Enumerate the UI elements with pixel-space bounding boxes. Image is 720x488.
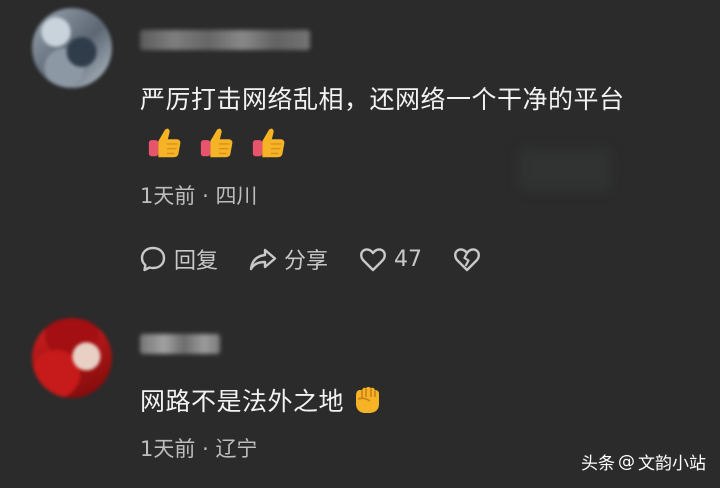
meta-separator: ·: [202, 437, 209, 461]
share-label: 分享: [284, 249, 329, 274]
thumbs-up-icon: [252, 128, 285, 158]
share-arrow-icon: [249, 248, 277, 271]
username-blurred[interactable]: [140, 30, 310, 50]
like-button[interactable]: 47: [358, 244, 422, 274]
reply-button[interactable]: 回复: [138, 243, 218, 275]
comment-location: 辽宁: [215, 437, 258, 461]
watermark-author: 文韵小站: [638, 454, 706, 474]
comment-text: 严厉打击网络乱相，还网络一个干净的平台: [140, 85, 625, 114]
share-button[interactable]: 分享: [248, 243, 328, 275]
meta-separator: ·: [202, 184, 209, 208]
avatar[interactable]: [32, 8, 112, 88]
broken-heart-icon: [454, 248, 480, 272]
comment-time: 1天前: [140, 184, 196, 208]
username-blurred[interactable]: [140, 334, 220, 354]
comment-location: 四川: [215, 184, 258, 208]
watermark-brand: 头条: [581, 454, 615, 474]
comment-actions: 回复 分享 47: [138, 243, 518, 275]
avatar[interactable]: [32, 318, 112, 398]
thumbs-up-icon: [148, 128, 181, 158]
speech-bubble-icon: [140, 246, 166, 272]
watermark: 头条 @ 文韵小站: [581, 449, 706, 475]
background-artifact: [520, 150, 610, 190]
thumbs-up-icon: [200, 128, 233, 158]
watermark-at: @: [618, 451, 635, 472]
comment-text: 网路不是法外之地: [140, 387, 345, 416]
heart-icon: [360, 248, 386, 272]
comment-meta: 1天前 · 四川: [140, 180, 257, 210]
like-count: 47: [394, 246, 423, 272]
comment-meta: 1天前 · 辽宁: [140, 433, 257, 463]
raised-fist-icon: [356, 387, 380, 413]
comment-text-row: 网路不是法外之地: [140, 382, 384, 418]
comment-time: 1天前: [140, 437, 196, 461]
dislike-button[interactable]: [452, 244, 488, 274]
emoji-row: [146, 124, 288, 162]
reply-label: 回复: [174, 249, 219, 274]
